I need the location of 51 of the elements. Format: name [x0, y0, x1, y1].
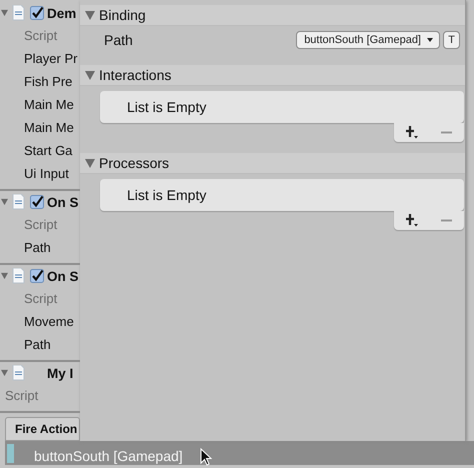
field-label: Script [4, 387, 40, 405]
field-label: Fish Pre [23, 73, 74, 91]
component-title: On S [47, 268, 79, 284]
foldout-triangle-icon[interactable] [85, 10, 95, 20]
component-title: My I [47, 366, 74, 380]
foldout-triangle-icon[interactable] [85, 158, 95, 168]
section-title: Interactions [99, 67, 172, 83]
path-dropdown[interactable]: buttonSouth [Gamepad] [296, 31, 440, 49]
checkbox[interactable] [30, 6, 44, 20]
checkbox[interactable] [30, 195, 44, 209]
component-title: On S [47, 194, 79, 210]
foldout-triangle-icon[interactable] [1, 369, 8, 377]
field-label: Path [23, 336, 52, 354]
list-row-label: buttonSouth [Gamepad] [34, 446, 183, 464]
script-file-icon [12, 194, 25, 210]
remove-icon[interactable] [441, 219, 452, 222]
foldout-triangle-icon[interactable] [1, 272, 8, 280]
add-icon[interactable] [406, 126, 418, 139]
script-file-icon [12, 5, 25, 21]
checkbox[interactable] [30, 269, 44, 283]
field-label: Path [23, 239, 52, 257]
component-title: Dem [47, 6, 76, 20]
field-label: Main Me [23, 119, 75, 137]
text-mode-button[interactable]: T [443, 31, 460, 49]
drag-handle[interactable] [7, 444, 14, 462]
script-file-icon [12, 268, 25, 284]
field-label: Start Ga [23, 142, 74, 160]
field-label: Ui Input [23, 165, 70, 183]
section-header[interactable]: Binding [80, 5, 465, 26]
add-icon[interactable] [406, 214, 418, 227]
section-header[interactable]: Processors [80, 153, 465, 174]
empty-list-label: List is Empty [127, 187, 206, 203]
foldout-triangle-icon[interactable] [1, 9, 8, 17]
dropdown-caret-icon [427, 38, 433, 42]
field-label: Moveme [23, 313, 75, 331]
section-title: Binding [99, 7, 146, 23]
empty-list-label: List is Empty [127, 99, 206, 115]
mouse-cursor-icon [200, 448, 214, 466]
field-label: Main Me [23, 96, 75, 114]
list-header: Fire Action [5, 417, 80, 441]
script-file-icon [12, 365, 25, 381]
section-header[interactable]: Interactions [80, 65, 465, 86]
foldout-triangle-icon[interactable] [85, 70, 95, 80]
foldout-triangle-icon[interactable] [1, 198, 8, 206]
field-label: Script [23, 290, 58, 308]
section-title: Processors [99, 155, 170, 171]
field-label: Script [23, 27, 58, 45]
remove-icon[interactable] [441, 131, 452, 134]
field-label: Path [104, 32, 134, 48]
field-label: Script [23, 216, 58, 234]
field-label: Player Pr [23, 50, 78, 68]
